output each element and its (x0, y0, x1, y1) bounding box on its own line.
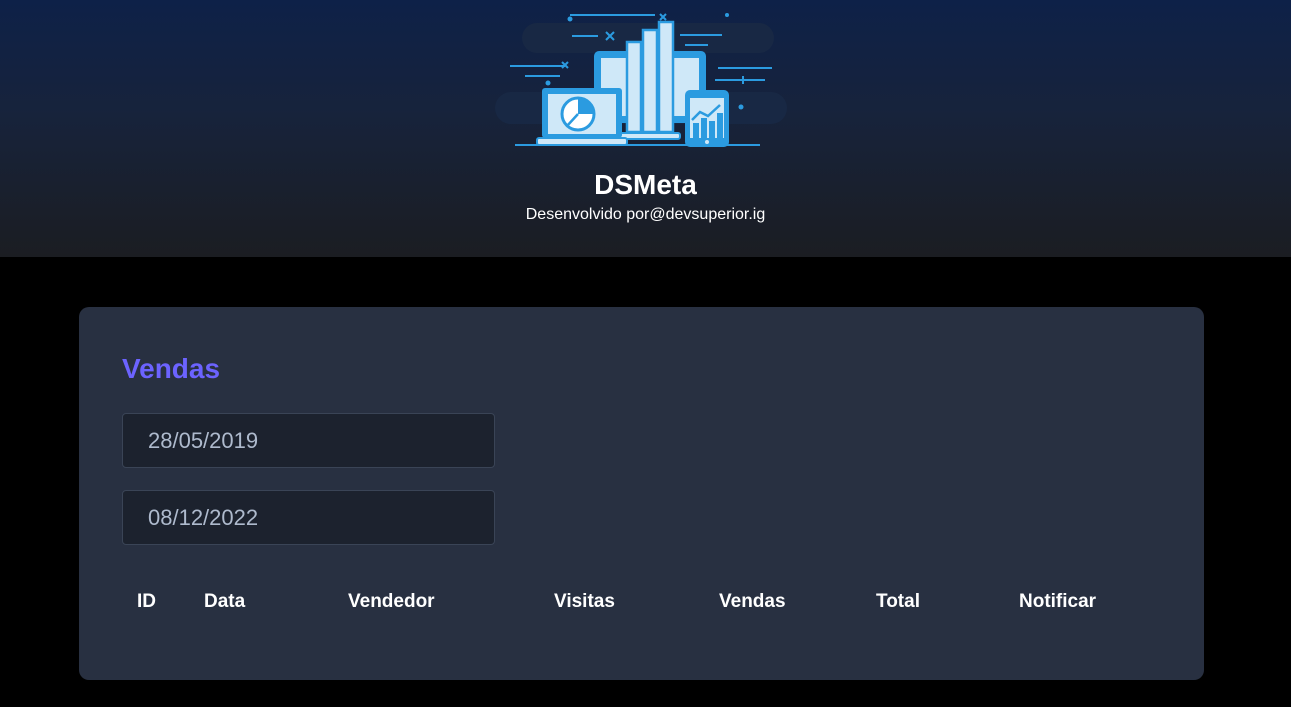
sales-table-header: ID Data Vendedor Visitas Vendas Total No… (79, 589, 1204, 617)
column-header-notify: Notificar (1019, 591, 1097, 612)
column-header-sales: Vendas (719, 591, 786, 612)
column-header-visits: Visitas (554, 591, 615, 612)
column-header-total: Total (876, 591, 920, 612)
sales-card: Vendas ID Data Vendedor Visitas Vendas T… (79, 307, 1204, 680)
header: DSMeta Desenvolvido por@devsuperior.ig (0, 0, 1291, 257)
app-title: DSMeta (594, 169, 697, 200)
max-date-input[interactable] (122, 490, 495, 545)
min-date-input[interactable] (122, 413, 495, 468)
column-header-date: Data (204, 591, 246, 612)
dashboard-logo-icon (495, 13, 787, 147)
app-subtitle: Desenvolvido por@devsuperior.ig (525, 206, 766, 223)
column-header-seller: Vendedor (348, 591, 435, 612)
sales-card-title: Vendas (122, 353, 221, 384)
column-header-id: ID (137, 591, 156, 612)
